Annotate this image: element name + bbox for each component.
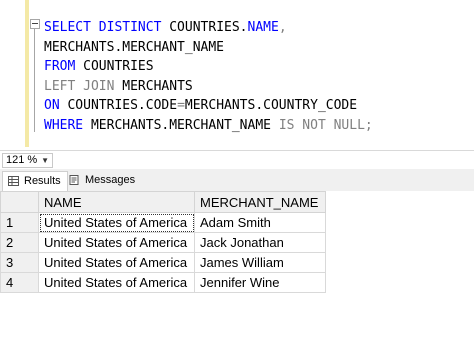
code-token: LEFT JOIN bbox=[44, 78, 123, 94]
result-tabs: Results Messages bbox=[0, 169, 474, 192]
editor-status-bar: 121 % ▼ bbox=[0, 150, 474, 169]
cell-merchant-name[interactable]: Jack Jonathan bbox=[194, 232, 326, 253]
cell-merchant-name[interactable]: Jennifer Wine bbox=[194, 272, 326, 293]
code-token: COUNTRIES. bbox=[169, 20, 248, 35]
table-row[interactable]: 1 United States of America Adam Smith bbox=[0, 212, 326, 233]
tab-results[interactable]: Results bbox=[2, 171, 68, 191]
horizontal-scrollbar[interactable] bbox=[62, 155, 474, 165]
column-header-merchant-name[interactable]: MERCHANT_NAME bbox=[194, 191, 326, 213]
code-token: MERCHANTS bbox=[122, 78, 193, 94]
tab-results-label: Results bbox=[24, 175, 61, 187]
code-line[interactable]: WHERE MERCHANTS.MERCHANT_NAME IS NOT NUL… bbox=[44, 116, 373, 136]
code-token: MERCHANTS.MERCHANT_NAME bbox=[44, 39, 225, 55]
zoom-value: 121 % bbox=[6, 154, 38, 166]
change-tracking-bar bbox=[25, 0, 29, 147]
row-number[interactable]: 3 bbox=[0, 252, 39, 273]
code-line[interactable]: LEFT JOIN MERCHANTS bbox=[44, 77, 373, 97]
cell-name[interactable]: United States of America bbox=[38, 252, 195, 273]
code-token: ON bbox=[44, 98, 68, 113]
code-token: MERCHANTS.MERCHANT_NAME bbox=[90, 117, 279, 133]
row-number[interactable]: 1 bbox=[0, 212, 39, 233]
results-grid[interactable]: NAME MERCHANT_NAME 1 United States of Ame… bbox=[0, 191, 474, 348]
query-text[interactable]: SELECT DISTINCT COUNTRIES.NAME, MERCHANTS… bbox=[44, 18, 373, 135]
grid-corner[interactable] bbox=[0, 191, 39, 213]
code-line[interactable]: MERCHANTS.MERCHANT_NAME bbox=[44, 38, 373, 58]
code-token: FROM bbox=[44, 59, 84, 74]
table-row[interactable]: 3 United States of America James William bbox=[0, 252, 326, 273]
code-line[interactable]: SELECT DISTINCT COUNTRIES.NAME, bbox=[44, 18, 373, 38]
code-token: WHERE bbox=[44, 117, 91, 133]
tab-messages[interactable]: Messages bbox=[64, 171, 135, 190]
cell-merchant-name[interactable]: Adam Smith bbox=[194, 212, 326, 233]
cell-merchant-name[interactable]: James William bbox=[194, 252, 326, 273]
cell-name[interactable]: United States of America bbox=[38, 212, 195, 233]
code-token: COUNTRIES.CODE bbox=[67, 98, 178, 113]
code-token: , bbox=[278, 20, 287, 35]
row-number[interactable]: 2 bbox=[0, 232, 39, 253]
messages-icon bbox=[69, 175, 79, 185]
tab-messages-label: Messages bbox=[85, 174, 136, 186]
code-token: ; bbox=[364, 117, 373, 133]
row-number[interactable]: 4 bbox=[0, 272, 39, 293]
code-token: NAME bbox=[247, 20, 279, 35]
cell-name[interactable]: United States of America bbox=[38, 272, 195, 293]
code-token: MERCHANTS.COUNTRY_CODE bbox=[184, 98, 358, 113]
sql-editor[interactable]: SELECT DISTINCT COUNTRIES.NAME, MERCHANTS… bbox=[0, 0, 474, 150]
grid-icon bbox=[8, 176, 19, 186]
code-token: SELECT DISTINCT bbox=[44, 20, 170, 35]
code-token: IS NOT NULL bbox=[278, 117, 365, 133]
code-line[interactable]: ON COUNTRIES.CODE=MERCHANTS.COUNTRY_CODE bbox=[44, 96, 373, 116]
column-header-name[interactable]: NAME bbox=[38, 191, 195, 213]
collapse-outline-icon[interactable] bbox=[30, 19, 40, 29]
code-token: COUNTRIES bbox=[83, 59, 154, 74]
code-token: = bbox=[177, 98, 185, 113]
chevron-down-icon: ▼ bbox=[41, 156, 49, 165]
header-row: NAME MERCHANT_NAME bbox=[0, 191, 326, 213]
zoom-dropdown[interactable]: 121 % ▼ bbox=[2, 153, 53, 168]
code-line[interactable]: FROM COUNTRIES bbox=[44, 57, 373, 77]
outline-line bbox=[34, 28, 35, 132]
table-row[interactable]: 2 United States of America Jack Jonathan bbox=[0, 232, 326, 253]
table-row[interactable]: 4 United States of America Jennifer Wine bbox=[0, 272, 326, 293]
cell-name[interactable]: United States of America bbox=[38, 232, 195, 253]
